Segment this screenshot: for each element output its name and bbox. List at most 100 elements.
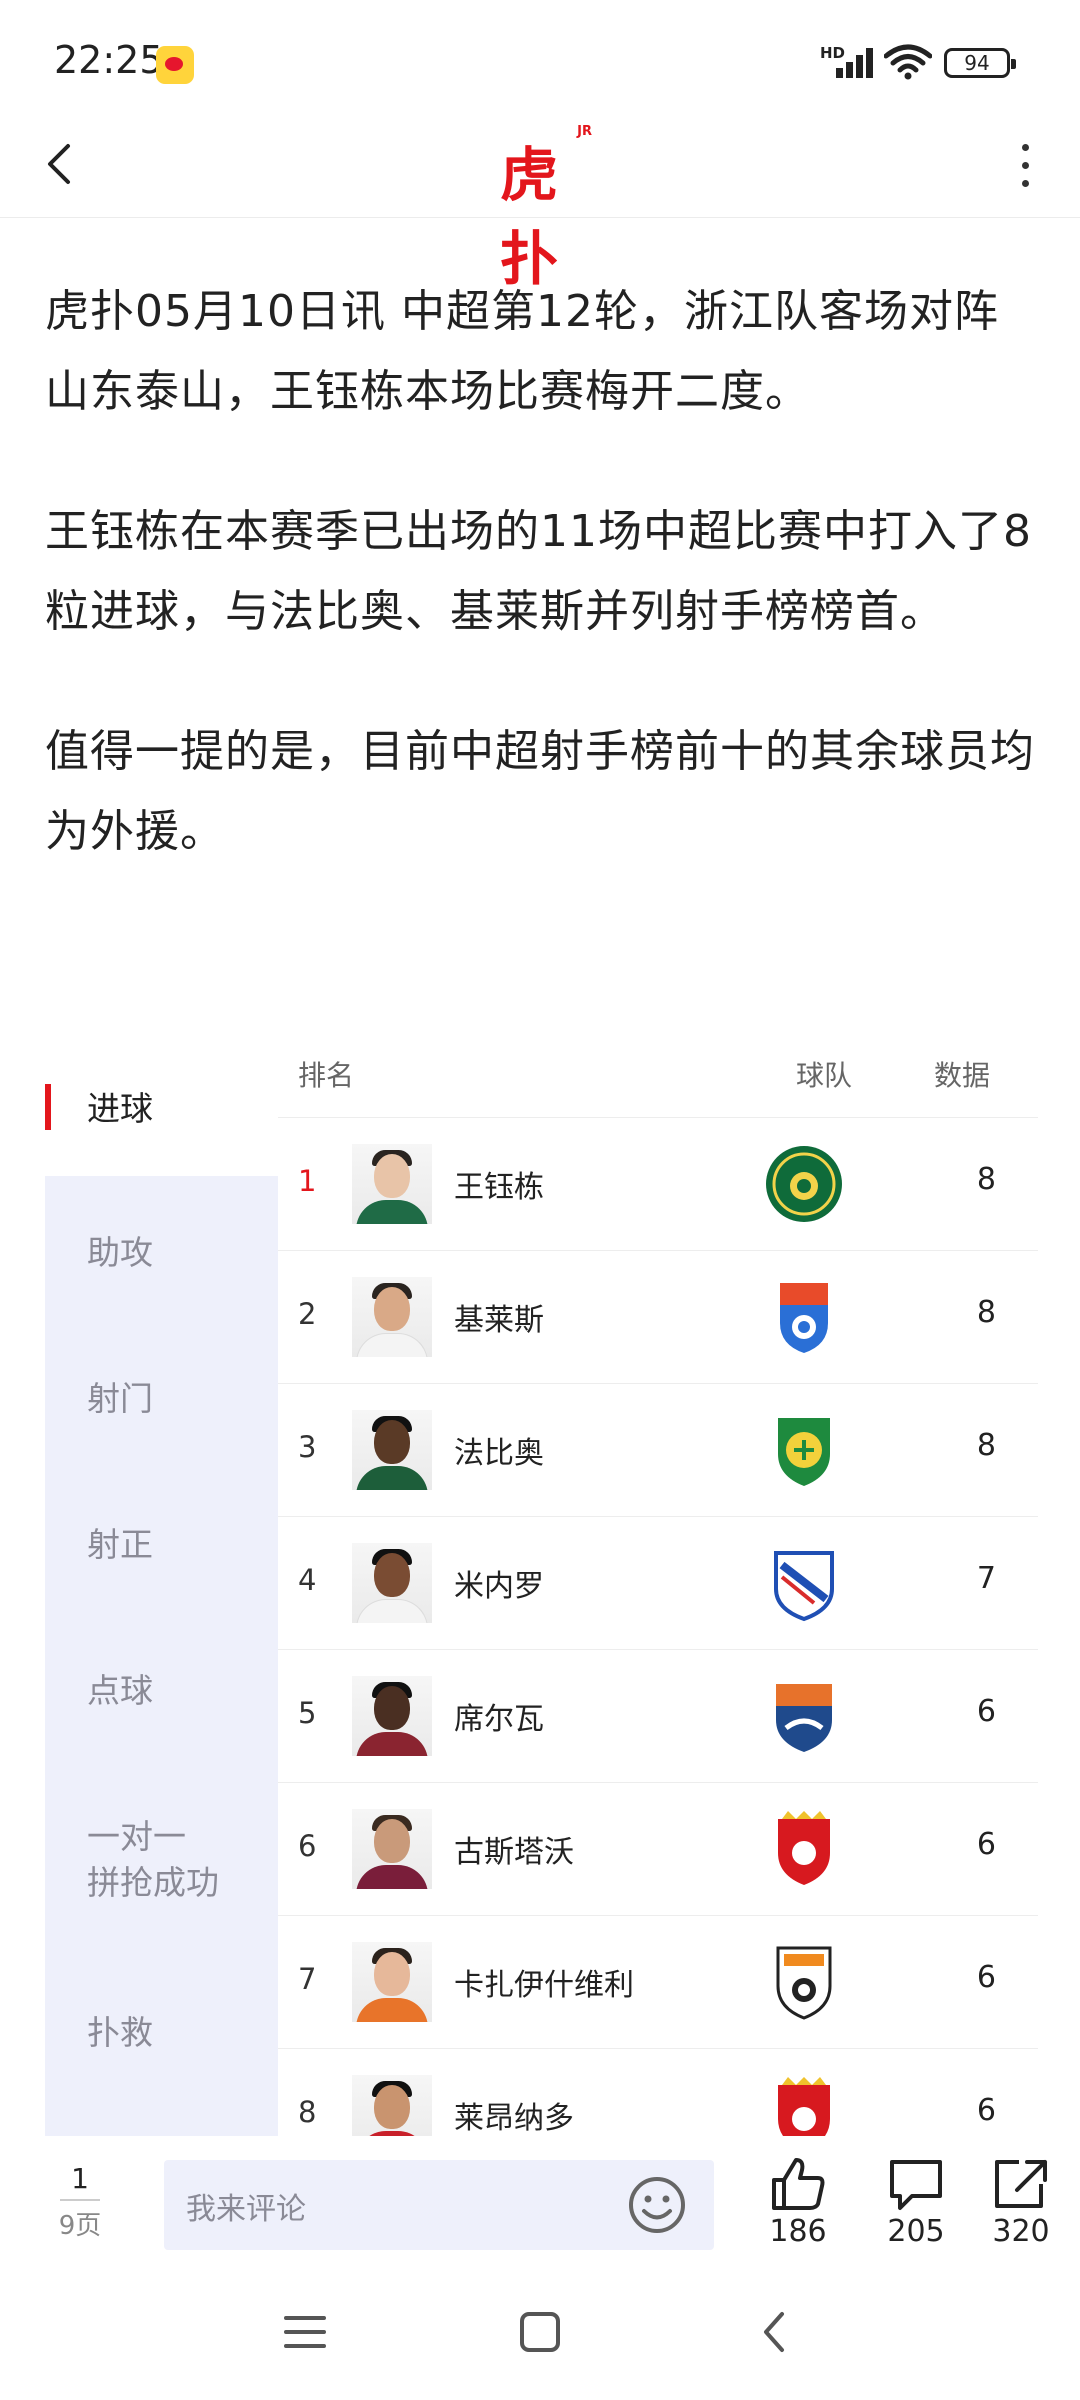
comment-count: 205 (887, 2214, 945, 2249)
back-arrow-icon[interactable] (30, 130, 90, 198)
beijing-guoan-crest-icon (778, 1418, 830, 1486)
stat-value: 6 (976, 1694, 996, 1729)
page-indicator[interactable]: 1 9页 (40, 2162, 120, 2242)
page-current: 1 (71, 2162, 89, 2195)
player-avatar (352, 1543, 432, 1623)
logo-text: 虎扑 (500, 141, 558, 293)
signal-icon (822, 48, 874, 78)
table-row[interactable]: 5 席尔瓦 6 (278, 1650, 1038, 1783)
shanghai-shenhua-crest-icon (774, 1551, 834, 1622)
battery-indicator: 94 (944, 48, 1016, 78)
comment-input[interactable]: 我来评论 (164, 2160, 714, 2250)
shanghai-port-crest-icon (778, 2077, 830, 2136)
table-row[interactable]: 7 卡扎伊什维利 6 (278, 1916, 1038, 2049)
page-total: 9页 (58, 2211, 102, 2241)
emoji-icon[interactable] (626, 2174, 688, 2236)
player-avatar (352, 2075, 432, 2136)
player-avatar (352, 1144, 432, 1224)
like-button[interactable]: 186 (753, 2156, 843, 2249)
stat-value: 6 (976, 1827, 996, 1862)
more-options-icon[interactable] (1000, 132, 1050, 198)
table-row[interactable]: 6 古斯塔沃 6 (278, 1783, 1038, 1916)
player-name: 王钰栋 (454, 1170, 544, 1205)
stat-value: 6 (976, 2093, 996, 2128)
zhejiang-crest-icon (766, 1146, 842, 1222)
rank-number: 1 (298, 1164, 317, 1198)
player-avatar (352, 1809, 432, 1889)
article-paragraph: 值得一提的是，目前中超射手榜前十的其余球员均为外援。 (45, 726, 1035, 857)
shanghai-port-crest-icon (778, 1811, 830, 1885)
player-name: 席尔瓦 (454, 1702, 544, 1737)
rank-number: 2 (298, 1297, 317, 1331)
category-tab-saves[interactable]: 扑救 (87, 2010, 153, 2056)
rank-number: 5 (298, 1696, 317, 1730)
share-button[interactable]: 320 (976, 2156, 1066, 2249)
table-row[interactable]: 2 基莱斯 8 (278, 1251, 1038, 1384)
hupu-logo: 虎扑 JR (500, 120, 592, 293)
player-name: 莱昂纳多 (454, 2101, 574, 2136)
rank-number: 6 (298, 1829, 317, 1863)
like-count: 186 (769, 2214, 827, 2249)
comments-button[interactable]: 205 (871, 2156, 961, 2249)
category-label: 进球 (87, 1089, 153, 1128)
player-avatar (352, 1410, 432, 1490)
player-name: 卡扎伊什维利 (454, 1968, 634, 2003)
stat-value: 8 (976, 1295, 996, 1330)
category-tab-shots[interactable]: 射门 (87, 1376, 153, 1422)
comment-placeholder: 我来评论 (186, 2192, 306, 2227)
back-nav-icon[interactable] (740, 2302, 810, 2362)
bottom-action-bar: 1 9页 我来评论 186 205 320 (0, 2136, 1080, 2266)
table-row[interactable]: 1 王钰栋 8 (278, 1118, 1038, 1251)
stat-value: 8 (976, 1428, 996, 1463)
player-name: 基莱斯 (454, 1303, 544, 1338)
home-icon[interactable] (505, 2302, 575, 2362)
stats-category-sidebar: 进球 助攻 射门 射正 点球 一对一 拼抢成功 扑救 (45, 1040, 278, 2136)
category-tab-shots-on-target[interactable]: 射正 (87, 1522, 153, 1568)
table-row[interactable]: 8 莱昂纳多 6 (278, 2049, 1038, 2136)
shandong-taishan-crest-icon (776, 1946, 832, 2020)
page-divider (60, 2199, 100, 2201)
rank-number: 4 (298, 1563, 317, 1597)
player-avatar (352, 1277, 432, 1357)
player-name: 法比奥 (454, 1436, 544, 1471)
player-name: 米内罗 (454, 1569, 544, 1604)
table-row[interactable]: 3 法比奥 8 (278, 1384, 1038, 1517)
category-tab-duels-won[interactable]: 一对一 拼抢成功 (87, 1814, 219, 1906)
menu-icon[interactable] (270, 2302, 340, 2362)
jinmen-tiger-crest-icon (780, 1283, 828, 1353)
rank-number: 8 (298, 2095, 317, 2129)
share-count: 320 (992, 2214, 1050, 2249)
app-header: 虎扑 JR (0, 110, 1080, 293)
thumbs-up-icon (772, 2158, 825, 2210)
category-list: 助攻 射门 射正 点球 一对一 拼抢成功 扑救 (45, 1176, 278, 2136)
article-paragraph: 王钰栋在本赛季已出场的11场中超比赛中打入了8粒进球，与法比奥、基莱斯并列射手榜… (45, 506, 1032, 637)
column-header-data: 数据 (934, 1059, 991, 1092)
logo-badge: JR (577, 124, 592, 139)
rank-number: 7 (298, 1962, 317, 1996)
player-avatar (352, 1676, 432, 1756)
rank-number: 3 (298, 1430, 317, 1464)
category-tab-penalties[interactable]: 点球 (87, 1668, 153, 1714)
qingdao-hainiu-crest-icon (776, 1684, 832, 1752)
player-name: 古斯塔沃 (454, 1835, 574, 1870)
category-tab-assists[interactable]: 助攻 (87, 1230, 153, 1276)
weibo-notification-icon (156, 46, 194, 84)
scorer-table: 排名 球队 数据 1 王钰栋 8 2 基莱斯 8 3 法比奥 8 4 米内罗 7… (278, 1040, 1038, 2136)
system-nav-bar (0, 2266, 1080, 2400)
active-indicator (45, 1084, 51, 1130)
table-row[interactable]: 4 米内罗 7 (278, 1517, 1038, 1650)
player-avatar (352, 1942, 432, 2022)
column-header-rank: 排名 (298, 1059, 355, 1092)
category-tab-goals[interactable]: 进球 (45, 1040, 278, 1176)
comment-bubble-icon (890, 2160, 942, 2210)
article-paragraph: 虎扑05月10日讯 中超第12轮，浙江队客场对阵山东泰山，王钰栋本场比赛梅开二度… (45, 286, 999, 417)
scorer-stats-module: 进球 助攻 射门 射正 点球 一对一 拼抢成功 扑救 排名 球队 数据 1 王钰… (0, 1040, 1080, 2136)
share-icon (995, 2160, 1047, 2208)
wifi-icon (884, 44, 932, 80)
table-header: 排名 球队 数据 (278, 1040, 1038, 1118)
article-body: 虎扑05月10日讯 中超第12轮，浙江队客场对阵山东泰山，王钰栋本场比赛梅开二度… (45, 272, 1040, 932)
status-bar: 22:25 HD 94 (0, 0, 1080, 110)
stat-value: 7 (976, 1561, 996, 1596)
stat-value: 8 (976, 1162, 996, 1197)
column-header-team: 球队 (796, 1059, 853, 1092)
